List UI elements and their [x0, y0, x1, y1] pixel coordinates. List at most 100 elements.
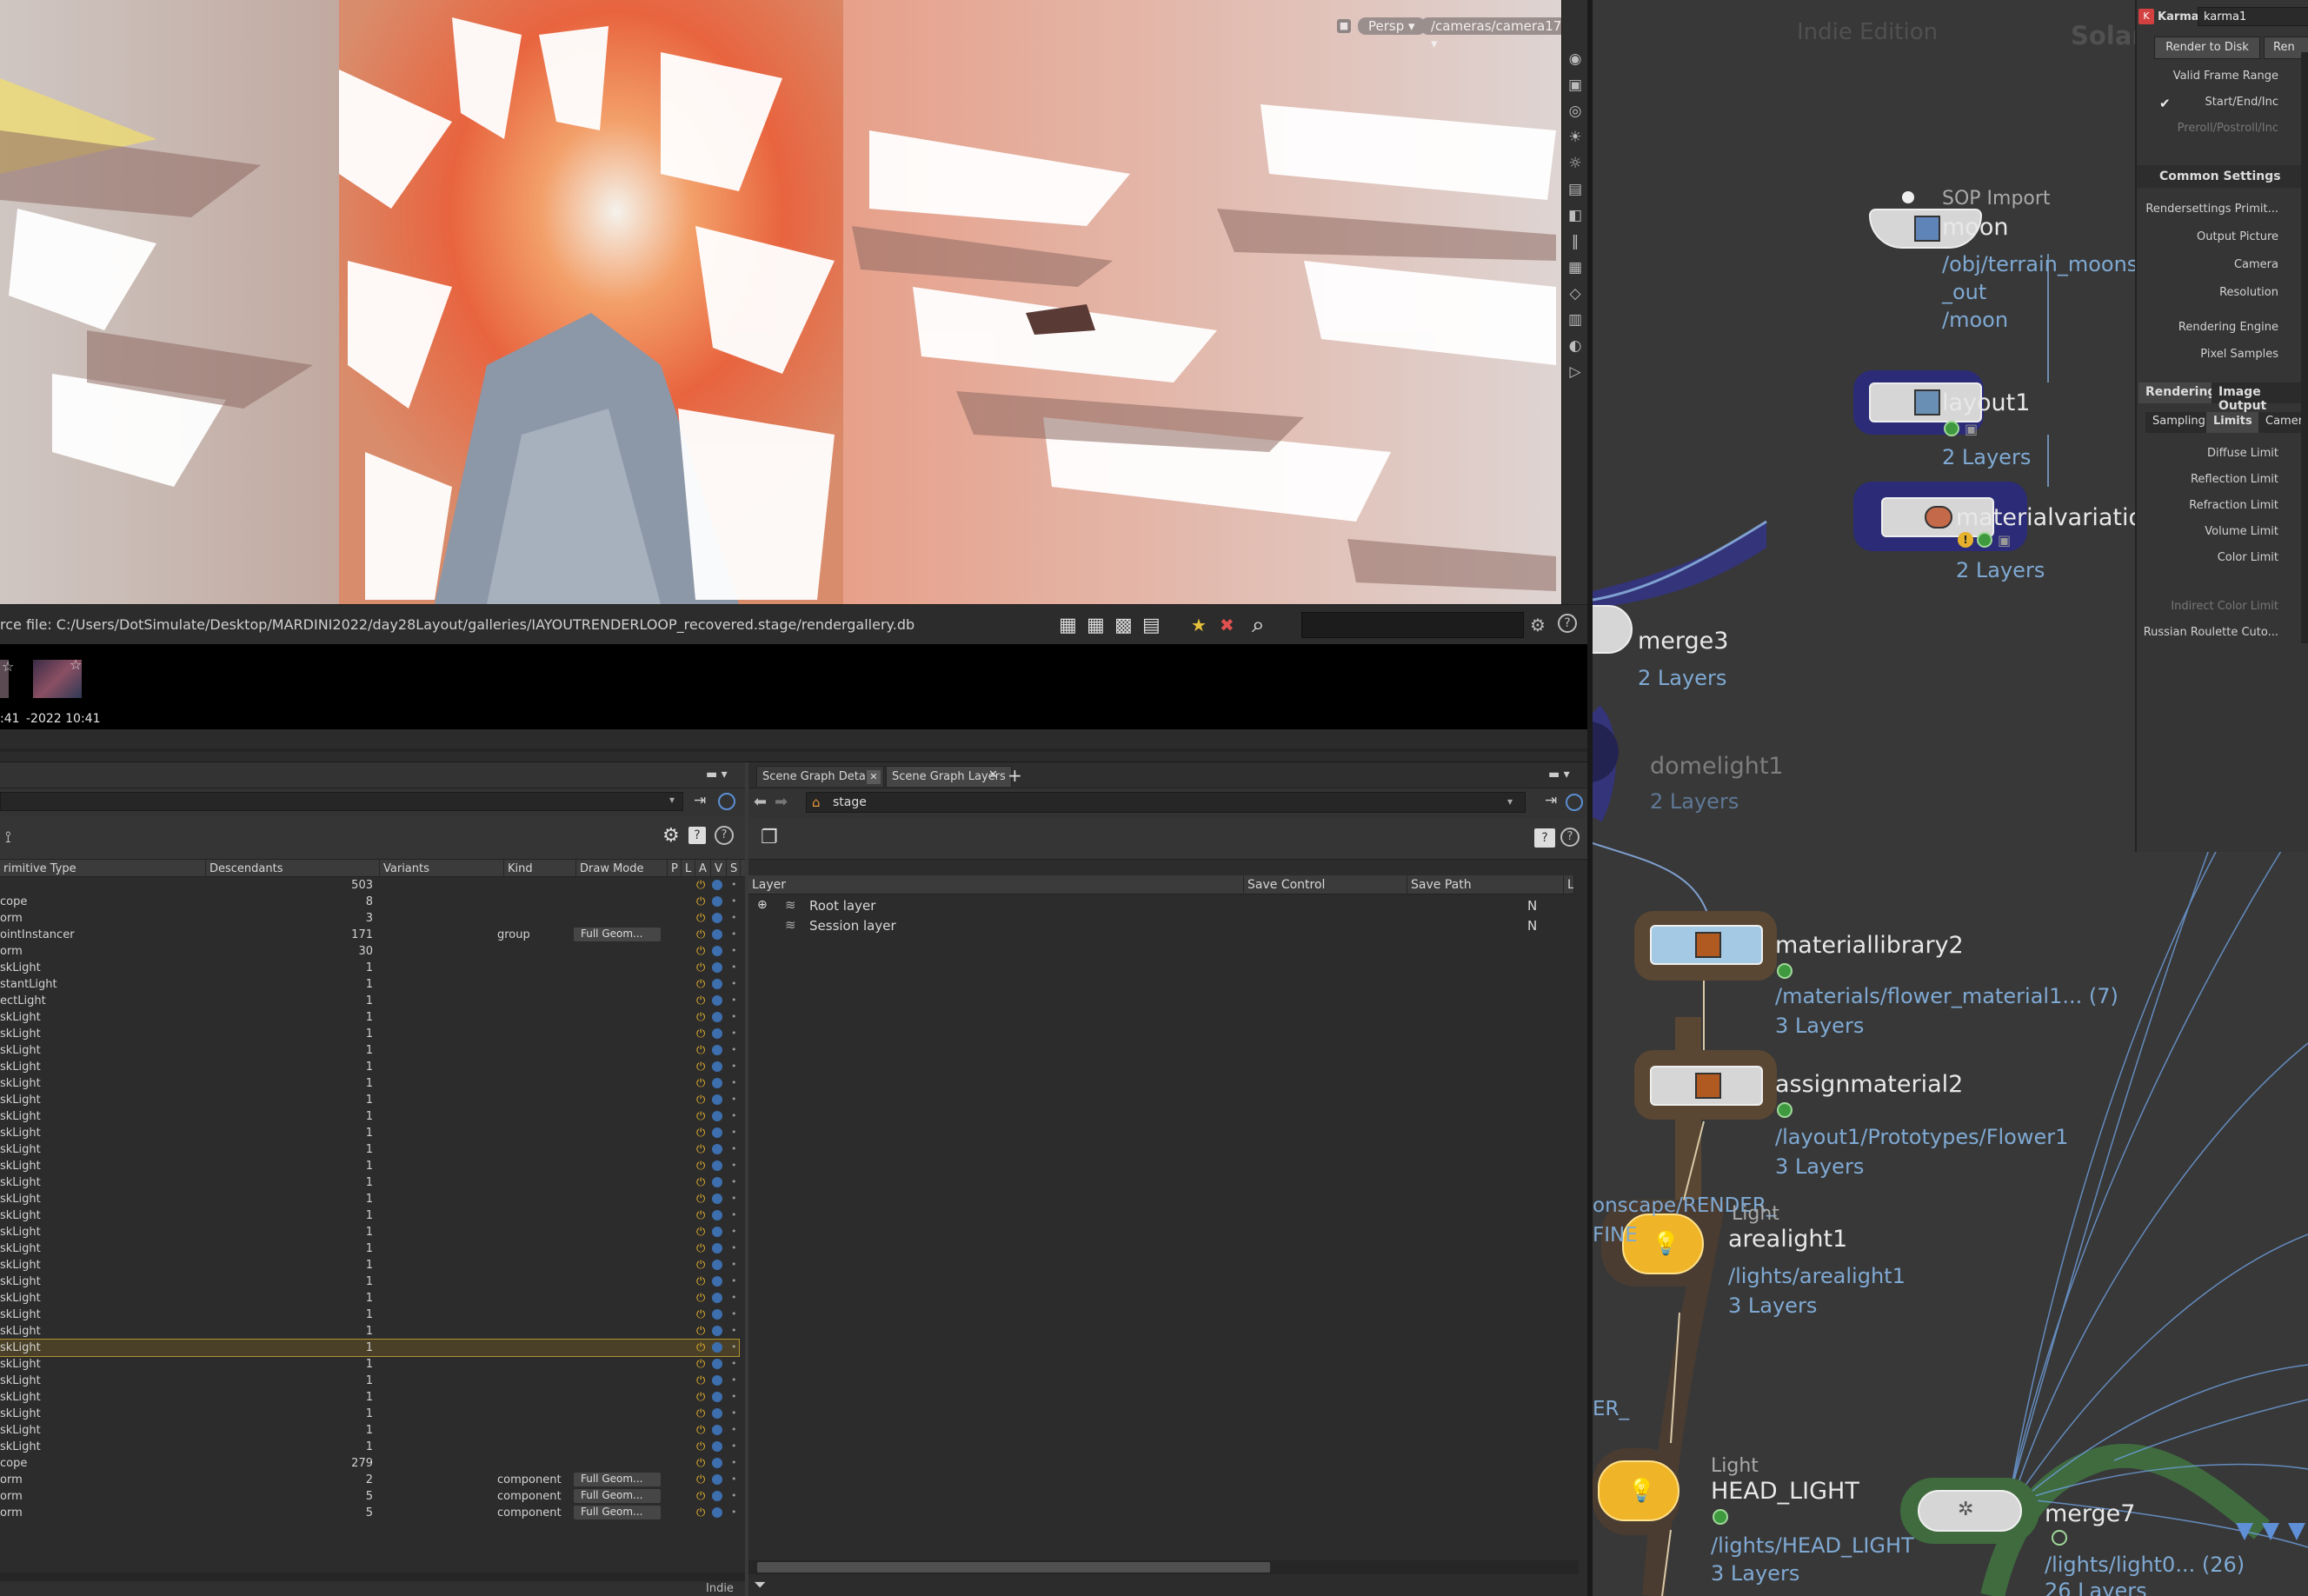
forward-arrow-icon[interactable]: ➡	[775, 793, 788, 811]
table-row[interactable]: skLight 1 ⏻ •	[0, 1108, 739, 1125]
table-row[interactable]: skLight 1 ⏻ •	[0, 1075, 739, 1092]
table-row[interactable]: skLight 1 ⏻ •	[0, 1439, 739, 1455]
clear-filter-icon[interactable]: ✖	[1220, 615, 1234, 635]
snap-icon[interactable]: ◧	[1565, 205, 1586, 226]
options-icon[interactable]: ⚙	[1530, 615, 1546, 635]
flipbook-icon[interactable]: ▷	[1565, 362, 1586, 382]
visibility-toggle-icon[interactable]	[712, 1309, 722, 1320]
visibility-toggle-icon[interactable]	[712, 1441, 722, 1452]
table-row[interactable]: skLight 1 ⏻ •	[0, 960, 739, 976]
visibility-toggle-icon[interactable]	[712, 995, 722, 1006]
active-toggle-icon[interactable]: ⏻	[696, 1358, 705, 1371]
table-row[interactable]: orm 30 ⏻ •	[0, 943, 739, 960]
active-toggle-icon[interactable]: ⏻	[696, 1226, 705, 1239]
section-common-settings[interactable]: Common Settings	[2137, 165, 2308, 188]
context-help-icon[interactable]: ?	[1534, 828, 1555, 848]
visibility-icon[interactable]: ◐	[1565, 336, 1586, 356]
visibility-toggle-icon[interactable]	[712, 1012, 722, 1022]
table-row[interactable]: stantLight 1 ⏻ •	[0, 976, 739, 993]
active-toggle-icon[interactable]: ⏻	[696, 1061, 705, 1074]
close-tab-icon[interactable]: ✕	[867, 770, 881, 784]
background-icon[interactable]: ▦	[1565, 257, 1586, 278]
visibility-toggle-icon[interactable]	[712, 1177, 722, 1187]
table-row[interactable]: skLight 1 ⏻ •	[0, 1125, 739, 1141]
visibility-toggle-icon[interactable]	[712, 1210, 722, 1220]
guide-icon[interactable]: ◇	[1565, 283, 1586, 304]
visibility-toggle-icon[interactable]	[712, 1194, 722, 1204]
table-row[interactable]: skLight 1 ⏻ •	[0, 1339, 740, 1357]
visibility-toggle-icon[interactable]	[712, 1144, 722, 1154]
active-toggle-icon[interactable]: ⏻	[696, 1407, 705, 1420]
visibility-toggle-icon[interactable]	[712, 1375, 722, 1386]
active-toggle-icon[interactable]: ⏻	[696, 1341, 705, 1354]
grid-medium-icon[interactable]: ▦	[1087, 615, 1105, 636]
table-row[interactable]: skLight 1 ⏻ •	[0, 1009, 739, 1026]
back-arrow-icon[interactable]: ⬅	[754, 793, 767, 811]
active-toggle-icon[interactable]: ⏻	[696, 994, 705, 1007]
scene-viewport[interactable]: ■ Persp ▾ /cameras/camera17 ▾	[0, 0, 1561, 604]
table-row[interactable]: skLight 1 ⏻ •	[0, 1141, 739, 1158]
column-a[interactable]: A	[695, 860, 711, 877]
camera-menu[interactable]: /cameras/camera17 ▾	[1420, 17, 1561, 51]
visibility-toggle-icon[interactable]	[712, 896, 722, 907]
table-row[interactable]: skLight 1 ⏻ •	[0, 1273, 739, 1290]
active-toggle-icon[interactable]: ⏻	[696, 1011, 705, 1024]
active-toggle-icon[interactable]: ⏻	[696, 1391, 705, 1404]
table-row[interactable]: ectLight 1 ⏻ •	[0, 993, 739, 1009]
visibility-toggle-icon[interactable]	[712, 1359, 722, 1369]
active-toggle-icon[interactable]: ⏻	[696, 978, 705, 991]
visibility-toggle-icon[interactable]	[712, 1045, 722, 1055]
visibility-toggle-icon[interactable]	[712, 1408, 722, 1419]
table-row[interactable]: skLight 1 ⏻ •	[0, 1406, 739, 1422]
active-toggle-icon[interactable]: ⏻	[696, 1506, 705, 1520]
active-toggle-icon[interactable]: ⏻	[696, 1473, 705, 1486]
active-toggle-icon[interactable]: ⏻	[696, 945, 705, 958]
column-v[interactable]: V	[711, 860, 727, 877]
table-row[interactable]: skLight 1 ⏻ •	[0, 1042, 739, 1059]
star-icon[interactable]: ☆	[2, 658, 14, 675]
pin-icon[interactable]: ⇥	[1545, 792, 1557, 809]
pane-divider[interactable]	[0, 729, 1587, 762]
tab-scene-graph-details[interactable]: Scene Graph Details	[756, 766, 884, 787]
pin-icon[interactable]: ⇥	[694, 792, 706, 809]
table-row[interactable]: skLight 1 ⏻ •	[0, 1158, 739, 1174]
column-variants[interactable]: Variants	[380, 860, 504, 877]
node-head-light[interactable]: 💡	[1598, 1460, 1679, 1521]
filter-icon[interactable]: ⟟	[5, 828, 11, 847]
active-toggle-icon[interactable]: ⏻	[696, 1044, 705, 1057]
grid-large-icon[interactable]: ▦	[1059, 615, 1077, 636]
render-to-disk-button[interactable]: Render to Disk	[2154, 37, 2260, 59]
active-toggle-icon[interactable]: ⏻	[696, 1143, 705, 1156]
active-toggle-icon[interactable]: ⏻	[696, 1193, 705, 1206]
chevron-down-icon[interactable]: ▾	[669, 794, 675, 806]
visibility-toggle-icon[interactable]	[712, 1491, 722, 1501]
close-tab-icon[interactable]: ✕	[988, 768, 998, 781]
tab-sampling[interactable]: Sampling	[2145, 412, 2212, 433]
visibility-toggle-icon[interactable]	[712, 1425, 722, 1435]
visibility-toggle-icon[interactable]	[712, 1474, 722, 1485]
layer-row[interactable]: ⊕ ≋ Root layer N	[748, 896, 1574, 915]
column-save-control[interactable]: Save Control	[1244, 875, 1407, 894]
visibility-toggle-icon[interactable]	[712, 1227, 722, 1237]
active-toggle-icon[interactable]: ⏻	[696, 1127, 705, 1140]
link-icon[interactable]	[718, 793, 735, 810]
column-kind[interactable]: Kind	[504, 860, 576, 877]
visibility-toggle-icon[interactable]	[712, 1458, 722, 1468]
visibility-toggle-icon[interactable]	[712, 1111, 722, 1121]
active-toggle-icon[interactable]: ⏻	[696, 1176, 705, 1189]
headlight-icon[interactable]: ☼	[1565, 153, 1586, 174]
table-row[interactable]: skLight 1 ⏻ •	[0, 1207, 739, 1224]
table-row[interactable]: skLight 1 ⏻ •	[0, 1257, 739, 1273]
active-toggle-icon[interactable]: ⏻	[696, 895, 705, 908]
table-row[interactable]: orm 5 component Full Geom... ⏻ •	[0, 1505, 739, 1521]
context-help-icon[interactable]: ?	[688, 827, 706, 844]
node-merge7[interactable]: ✲	[1918, 1490, 2022, 1532]
link-icon[interactable]	[1566, 794, 1583, 811]
table-row[interactable]: 503 ⏻ •	[0, 877, 739, 894]
active-toggle-icon[interactable]: ⏻	[696, 1094, 705, 1107]
layers-path-field[interactable]: ⌂ stage ▾	[806, 792, 1526, 813]
pause-icon[interactable]: ‖	[1565, 231, 1586, 252]
expand-icon[interactable]: ⊕	[757, 898, 768, 912]
node-name-field[interactable]: karma1	[2198, 7, 2308, 26]
table-row[interactable]: skLight 1 ⏻ •	[0, 1059, 739, 1075]
